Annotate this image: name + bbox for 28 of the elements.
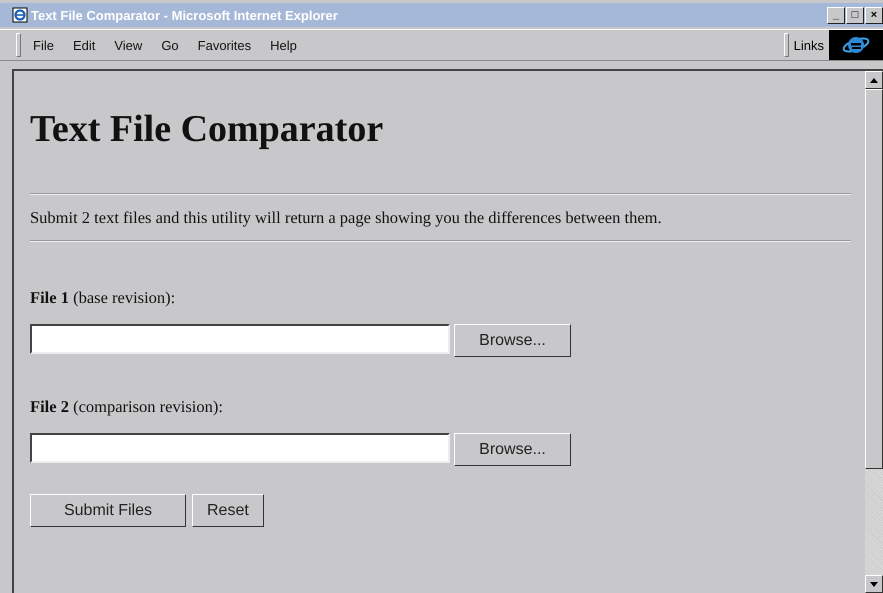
- reset-button[interactable]: Reset: [192, 494, 264, 527]
- intro-text: Submit 2 text files and this utility will return a page showing you the differences between them.: [30, 208, 663, 228]
- maximize-button[interactable]: □: [846, 6, 864, 24]
- window-title: Text File Comparator - Microsoft Internet Explorer: [31, 8, 339, 22]
- menu-item[interactable]: File: [33, 38, 54, 52]
- scroll-up-button[interactable]: [865, 71, 883, 89]
- file-path-field[interactable]: [30, 324, 450, 354]
- scroll-thumb[interactable]: [865, 89, 883, 469]
- submit-button[interactable]: Submit Files: [30, 494, 186, 527]
- file-path-field[interactable]: [30, 433, 450, 463]
- down-arrow-icon: [870, 582, 878, 586]
- scrollbar[interactable]: [865, 71, 883, 593]
- up-arrow-icon: [870, 78, 878, 82]
- field-label: File 1 (base revision):: [30, 288, 176, 308]
- browse-button[interactable]: Browse...: [454, 324, 571, 357]
- browser-icon: [12, 7, 28, 23]
- minimize-button[interactable]: _: [827, 6, 845, 24]
- menu-item[interactable]: Favorites: [198, 38, 252, 52]
- field-label: File 2 (comparison revision):: [30, 397, 224, 417]
- close-button[interactable]: ×: [865, 6, 883, 24]
- browse-button[interactable]: Browse...: [454, 433, 571, 466]
- menu-item[interactable]: Help: [270, 38, 297, 52]
- menu-item[interactable]: View: [114, 38, 142, 52]
- scroll-down-button[interactable]: [865, 575, 883, 593]
- page-heading: Text File Comparator: [30, 107, 384, 151]
- menu-item[interactable]: Go: [161, 38, 179, 52]
- links-button[interactable]: Links: [788, 38, 829, 52]
- menu-item[interactable]: Edit: [72, 38, 96, 52]
